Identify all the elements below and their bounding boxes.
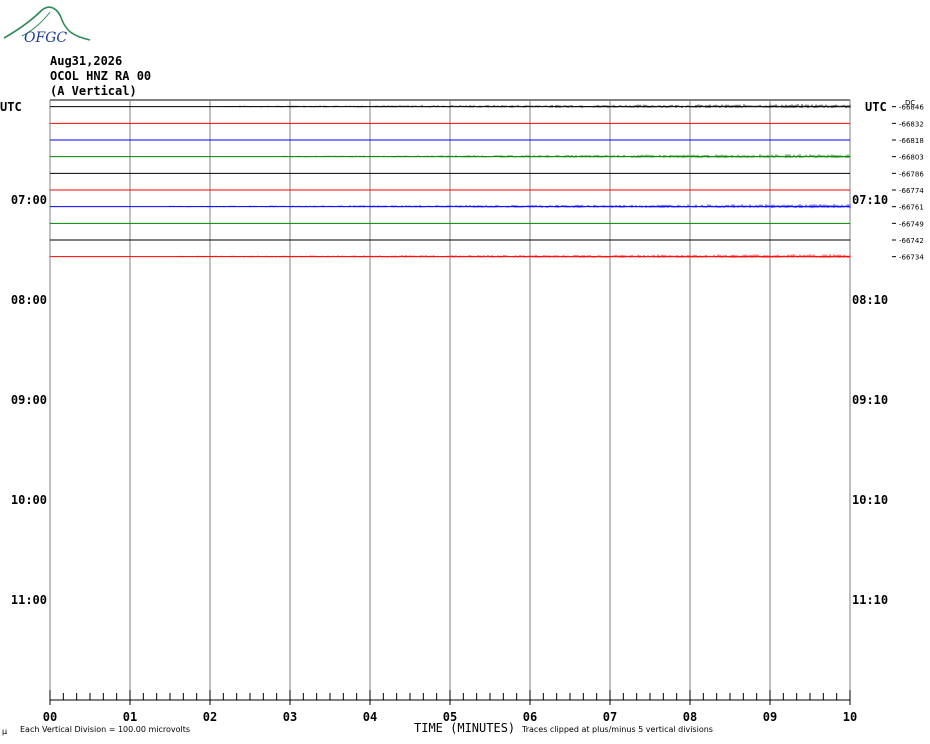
x-tick-label: 06 — [523, 710, 537, 724]
dc-value-label: -66774 — [899, 187, 924, 195]
x-tick-label: 00 — [43, 710, 57, 724]
x-tick-label: 08 — [683, 710, 697, 724]
right-time-label: 09:10 — [852, 393, 888, 407]
vertical-division-note: Each Vertical Division = 100.00 microvol… — [20, 725, 191, 734]
left-time-label: 11:00 — [11, 593, 47, 607]
x-tick-label: 04 — [363, 710, 377, 724]
dc-value-label: -66786 — [899, 170, 924, 178]
dc-value-label: -66818 — [899, 137, 924, 145]
left-axis-label: UTC — [0, 100, 22, 114]
trace-signal — [177, 254, 851, 258]
helicorder-plot: 00 01 02 03 04 05 06 07 08 09 1007:0008:0009:0010:… — [11, 99, 924, 724]
left-time-label: 09:00 — [11, 393, 47, 407]
left-time-label: 08:00 — [11, 293, 47, 307]
x-tick-label: 02 — [203, 710, 217, 724]
dc-value-label: -66734 — [899, 254, 924, 262]
x-tick-label: 07 — [603, 710, 617, 724]
dc-value-label: -66803 — [899, 154, 924, 162]
right-time-label: 07:10 — [852, 193, 888, 207]
left-time-label: 10:00 — [11, 493, 47, 507]
right-time-label: 10:10 — [852, 493, 888, 507]
right-time-label: 11:10 — [852, 593, 888, 607]
dc-value-label: -66832 — [899, 120, 924, 128]
right-axis-label: UTC — [865, 100, 887, 114]
clipping-note: Traces clipped at plus/minus 5 vertical … — [522, 725, 713, 734]
dc-value-label: -66761 — [899, 204, 924, 212]
x-tick-label: 01 — [123, 710, 137, 724]
x-tick-label: 09 — [763, 710, 777, 724]
dc-label: DC — [905, 99, 916, 107]
dc-value-label: -66742 — [899, 237, 924, 245]
left-time-label: 07:00 — [11, 193, 47, 207]
x-tick-label: 03 — [283, 710, 297, 724]
right-time-label: 08:10 — [852, 293, 888, 307]
corner-mark: μ — [2, 727, 8, 736]
x-axis-title: TIME (MINUTES) — [414, 721, 516, 735]
trace-signal — [169, 204, 851, 209]
dc-value-label: -66749 — [899, 220, 924, 228]
x-tick-label: 10 — [843, 710, 857, 724]
